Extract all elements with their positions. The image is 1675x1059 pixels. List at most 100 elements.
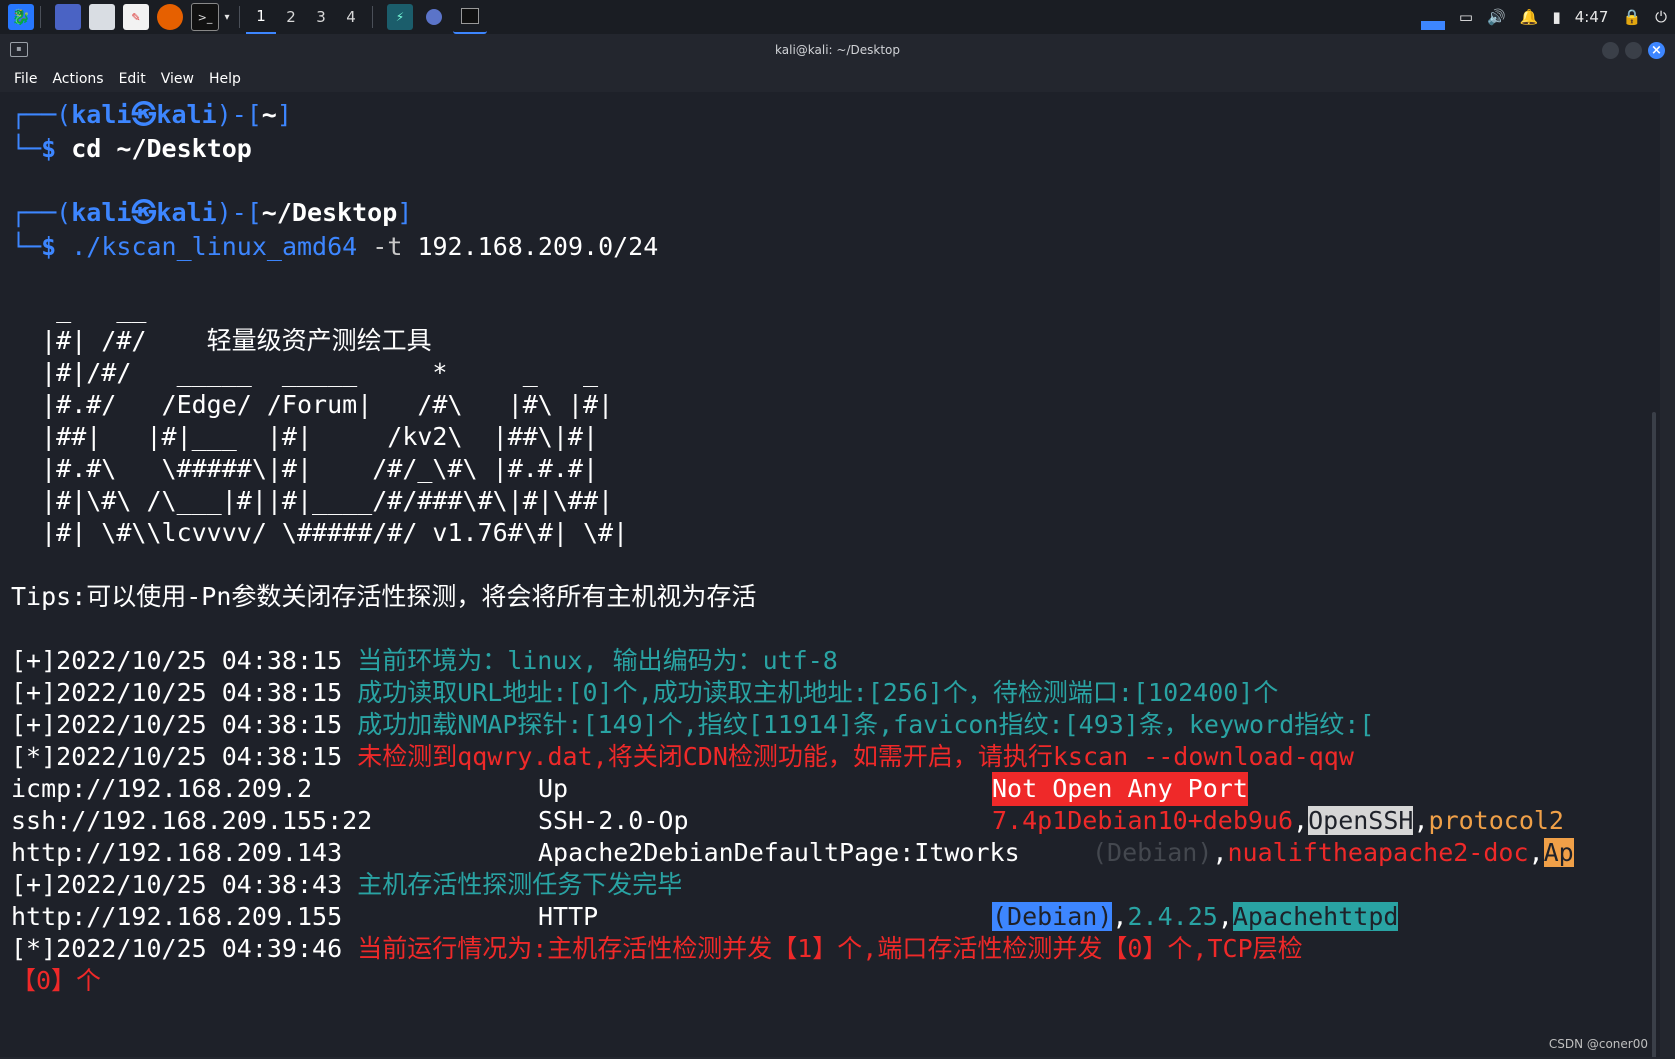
kali-menu-icon[interactable]: 🐉 <box>8 4 34 30</box>
result-info-product: Ap <box>1543 838 1574 867</box>
close-button[interactable]: × <box>1648 42 1665 59</box>
banner-line: |#|\#\ /\___|#||#|____/#/###\#\|#|\##| <box>11 486 614 515</box>
clock[interactable]: 4:47 <box>1575 8 1609 26</box>
panel-separator <box>372 6 373 28</box>
banner-line: |#.#\ \#####\|#| /#/_\#\ |#.#.#| <box>11 454 598 483</box>
result-status: SSH-2.0-Op <box>538 806 689 835</box>
log-prefix: [*]2022/10/25 04:38:15 <box>11 742 343 771</box>
log-prefix: [+]2022/10/25 04:38:15 <box>11 710 343 739</box>
notification-bell-icon[interactable]: 🔔 <box>1520 8 1539 26</box>
app-task-icon[interactable]: ⚡ <box>387 4 413 30</box>
prompt-user: kali㉿kali <box>71 100 217 129</box>
result-info-product: Apachehttpd <box>1232 902 1399 931</box>
result-info-product: OpenSSH <box>1308 806 1414 835</box>
show-desktop-icon[interactable] <box>55 4 81 30</box>
result-info: Not Open Any Port <box>992 772 1248 806</box>
command-text: cd ~/Desktop <box>71 134 252 163</box>
terminal-scrollbar[interactable] <box>1652 412 1656 1057</box>
terminal-task-icon[interactable] <box>453 0 487 34</box>
window-menu-icon[interactable]: ▪ <box>10 42 28 57</box>
prompt-user: kali㉿kali <box>71 198 217 227</box>
log-line: [+]2022/10/25 04:38:15 成功读取URL地址:[0]个,成功… <box>11 676 1278 710</box>
battery-icon[interactable]: ▮ <box>1552 8 1560 26</box>
log-continuation: 【0】个 <box>11 966 102 995</box>
terminal-window: ▪ kali@kali: ~/Desktop × File Actions Ed… <box>0 34 1675 1059</box>
watermark: CSDN @coner00 <box>1548 1037 1648 1051</box>
result-url: icmp://192.168.209.2 <box>11 774 313 803</box>
app-task-circle-icon[interactable] <box>421 4 447 30</box>
prompt-line: ┌──(kali㉿kali)-[~/Desktop] <box>11 198 413 227</box>
prompt-dir: ~/Desktop <box>261 198 398 227</box>
result-url: http://192.168.209.155 <box>11 902 343 931</box>
prompt-dir: ~ <box>261 100 277 129</box>
result-info-version: 7.4p1Debian10+deb9u6 <box>992 806 1294 835</box>
menu-bar: File Actions Edit View Help <box>0 66 1675 92</box>
firefox-icon[interactable] <box>157 4 183 30</box>
workspace-2[interactable]: 2 <box>276 1 306 33</box>
menu-edit[interactable]: Edit <box>119 71 146 87</box>
log-prefix: [+]2022/10/25 04:38:15 <box>11 678 343 707</box>
workspace-4[interactable]: 4 <box>336 1 366 33</box>
result-info-os: (Debian) <box>1092 838 1213 867</box>
display-icon[interactable]: ▭ <box>1459 8 1473 26</box>
log-message: 当前环境为：linux, 输出编码为：utf-8 <box>357 646 838 675</box>
prompt-line: ┌──(kali㉿kali)-[~] <box>11 100 292 129</box>
log-message: 成功读取URL地址:[0]个,成功读取主机地址:[256]个，待检测端口:[10… <box>357 678 1279 707</box>
workspace-3[interactable]: 3 <box>306 1 336 33</box>
panel-separator <box>40 6 41 28</box>
menu-view[interactable]: View <box>161 71 194 87</box>
chevron-down-icon[interactable]: ▾ <box>221 4 233 30</box>
panel-tray: ▭ 🔊 🔔 ▮ 4:47 🔒 ⏻ <box>1420 0 1667 34</box>
workspace-1[interactable]: 1 <box>246 0 276 34</box>
command-line: └─$ ./kscan_linux_amd64 -t 192.168.209.0… <box>11 232 659 261</box>
tips-line: Tips:可以使用-Pn参数关闭存活性探测，将会将所有主机视为存活 <box>11 582 757 611</box>
banner-line: |##| |#|___ |#| /kv2\ |##\|#| <box>11 422 598 451</box>
banner-line: |#| /#/ 轻量级资产测绘工具 <box>11 326 432 355</box>
banner-line: |#| \#\\lcvvvv/ \#####/#/ v1.76#\#| \#| <box>11 518 629 547</box>
command-flag: -t <box>372 232 403 261</box>
command-arg: 192.168.209.0/24 <box>417 232 659 261</box>
minimize-button[interactable] <box>1602 42 1619 59</box>
banner-line: |#|/#/ _____ _____ * _ _ <box>11 358 598 387</box>
power-icon[interactable]: ⏻ <box>1655 8 1667 26</box>
log-line: [+]2022/10/25 04:38:43 主机存活性探测任务下发完毕 <box>11 868 682 902</box>
text-editor-icon[interactable]: ✎ <box>123 4 149 30</box>
panel-separator <box>239 6 240 28</box>
terminal-launcher-icon[interactable]: >_ <box>191 3 219 31</box>
menu-file[interactable]: File <box>14 71 37 87</box>
log-line: [*]2022/10/25 04:39:46 当前运行情况为:主机存活性检测并发… <box>11 932 1303 966</box>
terminal-output[interactable]: ┌──(kali㉿kali)-[~] └─$ cd ~/Desktop ┌──(… <box>0 92 1660 1057</box>
result-info-extra: protocol2 <box>1428 806 1564 835</box>
result-status: HTTP <box>538 902 599 931</box>
menu-actions[interactable]: Actions <box>52 71 103 87</box>
log-line: [*]2022/10/25 04:38:15 未检测到qqwry.dat,将关闭… <box>11 740 1354 774</box>
log-prefix: [*]2022/10/25 04:39:46 <box>11 934 343 963</box>
result-status: Apache2DebianDefaultPage:Itworks <box>538 838 1020 867</box>
log-message: 主机存活性探测任务下发完毕 <box>357 870 683 899</box>
command-exec: ./kscan_linux_amd64 <box>71 232 358 261</box>
result-info-version: 2.4.25 <box>1127 902 1218 931</box>
cpu-graph-icon <box>1420 4 1445 30</box>
window-title: kali@kali: ~/Desktop <box>775 43 900 57</box>
log-message: 成功加载NMAP探针:[149]个,指纹[11914]条,favicon指纹:[… <box>357 710 1375 739</box>
maximize-button[interactable] <box>1625 42 1642 59</box>
log-message: 当前运行情况为:主机存活性检测并发【1】个,端口存活性检测并发【0】个,TCP层… <box>357 934 1303 963</box>
volume-icon[interactable]: 🔊 <box>1487 8 1506 26</box>
banner-line: _ __ <box>11 294 147 323</box>
result-status: Up <box>538 774 569 803</box>
menu-help[interactable]: Help <box>209 71 241 87</box>
file-manager-icon[interactable] <box>89 4 115 30</box>
window-titlebar[interactable]: ▪ kali@kali: ~/Desktop × <box>0 34 1675 66</box>
lock-icon[interactable]: 🔒 <box>1622 8 1641 26</box>
result-info-keyword: nualiftheapache2-doc <box>1227 838 1529 867</box>
result-info-os: (Debian) <box>992 902 1113 931</box>
top-panel: 🐉 ✎ >_ ▾ 1 2 3 4 ⚡ ▭ 🔊 🔔 ▮ 4:47 🔒 ⏻ <box>0 0 1675 35</box>
log-prefix: [+]2022/10/25 04:38:43 <box>11 870 343 899</box>
banner-line: |#.#/ /Edge/ /Forum| /#\ |#\ |#| <box>11 390 614 419</box>
command-line: └─$ cd ~/Desktop <box>11 134 252 163</box>
log-prefix: [+]2022/10/25 04:38:15 <box>11 646 343 675</box>
log-line: [+]2022/10/25 04:38:15 成功加载NMAP探针:[149]个… <box>11 708 1374 742</box>
log-line: [+]2022/10/25 04:38:15 当前环境为：linux, 输出编码… <box>11 644 838 678</box>
log-message: 未检测到qqwry.dat,将关闭CDN检测功能，如需开启，请执行kscan -… <box>357 742 1354 771</box>
result-url: ssh://192.168.209.155:22 <box>11 806 373 835</box>
